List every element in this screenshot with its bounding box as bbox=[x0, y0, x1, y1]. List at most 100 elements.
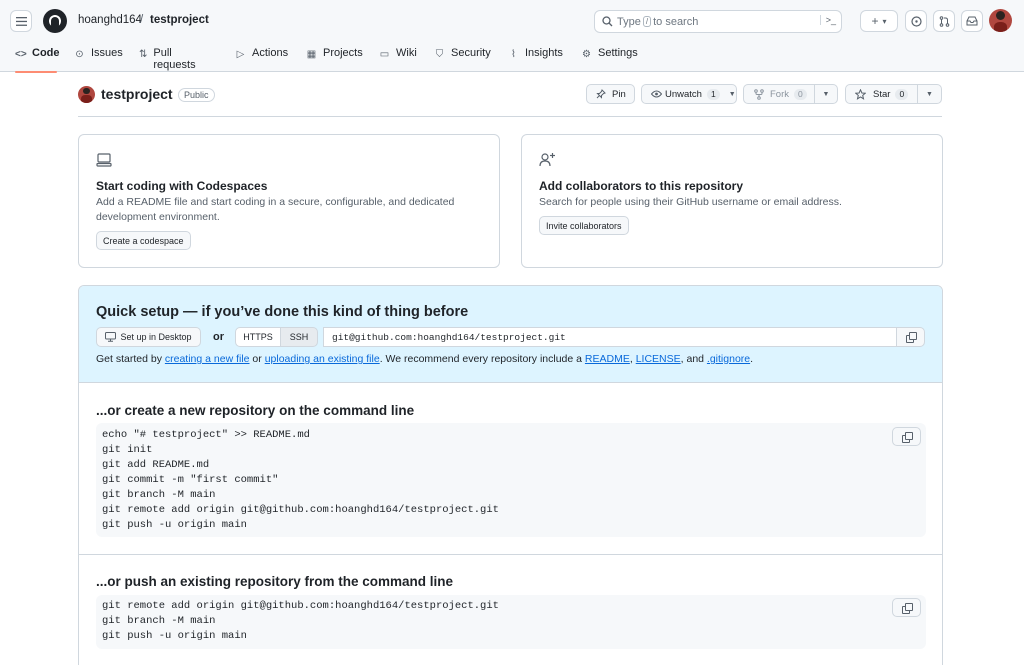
search-input[interactable]: Type / to search >_ bbox=[594, 10, 842, 33]
chevron-down-icon: ▼ bbox=[926, 90, 933, 98]
pull-requests-button[interactable] bbox=[933, 10, 955, 32]
inbox-icon bbox=[966, 16, 978, 26]
copy-icon bbox=[905, 332, 917, 343]
create-codespace-button[interactable]: Create a codespace bbox=[96, 231, 191, 250]
setup-desktop-button[interactable]: Set up in Desktop bbox=[96, 327, 201, 347]
https-toggle[interactable]: HTTPS bbox=[235, 327, 281, 347]
star-icon bbox=[855, 88, 866, 100]
copy-url-button[interactable] bbox=[896, 327, 925, 347]
graph-icon: ⌇ bbox=[511, 49, 516, 60]
copy-icon bbox=[901, 602, 913, 614]
code-line: git push -u origin main bbox=[102, 519, 247, 531]
divider bbox=[78, 116, 942, 117]
codespaces-description: Add a README file and start coding in a … bbox=[96, 196, 455, 223]
copy-new-repo-commands-button[interactable] bbox=[892, 427, 921, 446]
fork-icon bbox=[754, 88, 764, 100]
star-count: 0 bbox=[895, 88, 909, 100]
copy-push-commands-button[interactable] bbox=[892, 598, 921, 617]
codespaces-card: Start coding with Codespaces Add a READM… bbox=[78, 134, 500, 268]
codespaces-title: Start coding with Codespaces bbox=[96, 179, 268, 193]
create-new-button[interactable]: + ▾ bbox=[860, 10, 898, 32]
quick-setup-help: Get started by creating a new file or up… bbox=[96, 353, 754, 365]
code-line: git push -u origin main bbox=[102, 630, 247, 642]
push-existing-code-block: git remote add origin git@github.com:hoa… bbox=[96, 595, 926, 649]
collaborators-card: Add collaborators to this repository Sea… bbox=[521, 134, 943, 268]
fork-button[interactable]: Fork 0 bbox=[743, 84, 815, 104]
issue-opened-icon bbox=[910, 15, 922, 27]
invite-collaborators-button[interactable]: Invite collaborators bbox=[539, 216, 629, 235]
user-avatar[interactable] bbox=[989, 9, 1012, 32]
ssh-toggle[interactable]: SSH bbox=[280, 327, 318, 347]
push-existing-title: ...or push an existing repository from t… bbox=[96, 574, 454, 589]
chevron-down-icon: ▼ bbox=[728, 90, 736, 98]
tab-wiki[interactable]: ▭ Wiki bbox=[379, 47, 417, 72]
visibility-badge: Public bbox=[178, 88, 215, 102]
search-shortcut-key: / bbox=[642, 16, 652, 27]
star-button[interactable]: Star 0 bbox=[845, 84, 918, 104]
copy-icon bbox=[901, 431, 913, 443]
github-logo-icon[interactable] bbox=[43, 9, 67, 33]
codespaces-icon bbox=[96, 153, 112, 167]
fork-dropdown-button[interactable]: ▼ bbox=[814, 84, 838, 104]
pull-request-icon: ⇅ bbox=[139, 49, 148, 60]
star-dropdown-button[interactable]: ▼ bbox=[917, 84, 942, 104]
gitignore-link[interactable]: .gitignore bbox=[707, 353, 750, 365]
global-header: hoanghd164 / testproject Type / to searc… bbox=[0, 0, 1024, 73]
search-suffix: to search bbox=[653, 15, 699, 28]
code-line: git add README.md bbox=[102, 459, 210, 471]
new-repo-title: ...or create a new repository on the com… bbox=[96, 403, 415, 418]
code-line: git branch -M main bbox=[102, 615, 216, 627]
tab-security[interactable]: ⛉ Security bbox=[434, 47, 491, 72]
fork-count: 0 bbox=[794, 88, 807, 100]
or-label: or bbox=[213, 331, 224, 343]
upload-existing-file-link[interactable]: uploading an existing file bbox=[265, 353, 380, 365]
watch-count: 1 bbox=[706, 88, 720, 100]
readme-link[interactable]: README bbox=[585, 353, 630, 365]
plus-icon: + bbox=[871, 14, 879, 28]
create-new-file-link[interactable]: creating a new file bbox=[165, 353, 250, 365]
menu-button[interactable] bbox=[10, 10, 32, 32]
new-repo-code-block: echo "# testproject" >> README.md git in… bbox=[96, 423, 926, 537]
book-icon: ▭ bbox=[379, 49, 390, 60]
code-line: git init bbox=[102, 444, 153, 456]
tab-settings[interactable]: ⚙ Settings bbox=[581, 47, 638, 72]
collaborators-title: Add collaborators to this repository bbox=[539, 179, 744, 193]
unwatch-button[interactable]: Unwatch 1 ▼ bbox=[641, 84, 737, 104]
tab-code[interactable]: <> Code bbox=[15, 47, 60, 73]
breadcrumb-repo[interactable]: testproject bbox=[150, 14, 209, 26]
breadcrumb-owner[interactable]: hoanghd164 bbox=[78, 14, 142, 26]
clone-url-input[interactable]: git@github.com:hoanghd164/testproject.gi… bbox=[323, 327, 897, 347]
code-icon: <> bbox=[15, 49, 27, 60]
chevron-down-icon: ▾ bbox=[882, 16, 887, 26]
repo-title[interactable]: testproject bbox=[101, 86, 173, 102]
code-line: git remote add origin git@github.com:hoa… bbox=[102, 600, 499, 612]
collaborators-description: Search for people using their GitHub use… bbox=[539, 196, 842, 208]
eye-icon bbox=[651, 90, 662, 98]
repo-owner-avatar[interactable] bbox=[78, 86, 95, 103]
search-prefix: Type bbox=[617, 15, 641, 28]
tab-issues[interactable]: ⊙ Issues bbox=[74, 47, 123, 72]
section-divider bbox=[79, 554, 942, 555]
pin-button[interactable]: Pin bbox=[586, 84, 635, 104]
code-line: git commit -m "first commit" bbox=[102, 474, 279, 486]
command-palette-icon[interactable]: >_ bbox=[819, 15, 836, 25]
person-add-icon bbox=[539, 153, 555, 167]
tab-projects[interactable]: ▦ Projects bbox=[306, 47, 363, 72]
quick-setup-header: Quick setup — if you’ve done this kind o… bbox=[79, 286, 942, 383]
gear-icon: ⚙ bbox=[582, 49, 591, 60]
issue-icon: ⊙ bbox=[75, 49, 84, 60]
license-link[interactable]: LICENSE bbox=[636, 353, 681, 365]
hamburger-icon bbox=[15, 16, 27, 26]
play-icon: ▷ bbox=[236, 49, 245, 60]
code-line: git remote add origin git@github.com:hoa… bbox=[102, 504, 499, 516]
chevron-down-icon: ▼ bbox=[822, 90, 830, 98]
issues-button[interactable] bbox=[905, 10, 927, 32]
tab-actions[interactable]: ▷ Actions bbox=[235, 47, 288, 72]
tab-insights[interactable]: ⌇ Insights bbox=[508, 47, 563, 72]
quick-setup-panel: Quick setup — if you’ve done this kind o… bbox=[78, 285, 943, 665]
tab-pull-requests[interactable]: ⇅ Pull requests bbox=[139, 47, 198, 72]
inbox-button[interactable] bbox=[961, 10, 983, 32]
desktop-icon bbox=[105, 332, 117, 342]
pull-request-icon bbox=[939, 15, 949, 27]
shield-icon: ⛉ bbox=[435, 49, 444, 60]
